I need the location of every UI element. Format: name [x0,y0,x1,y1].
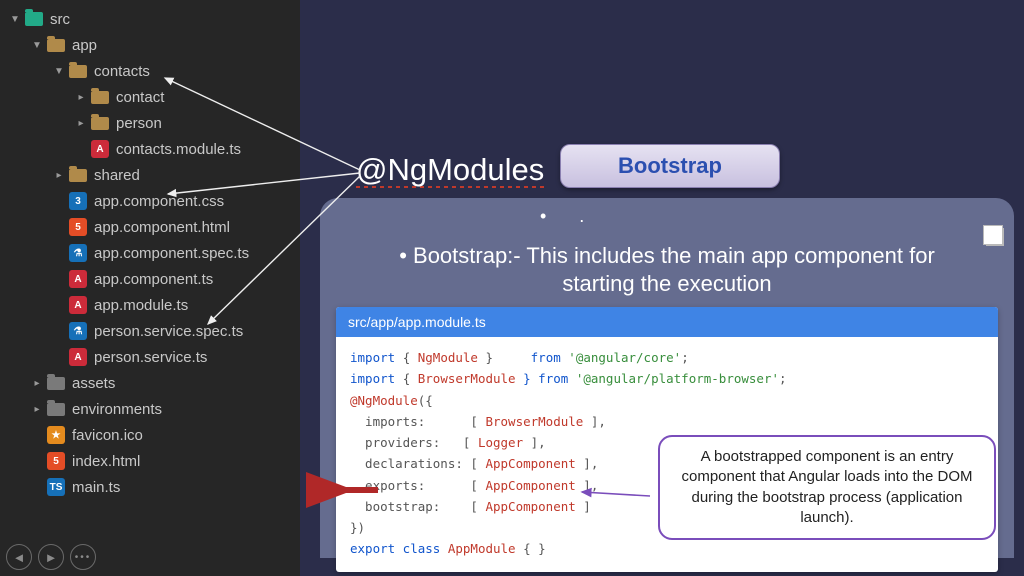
tree-item-app-component-spec-ts[interactable]: ⚗ app.component.spec.ts [0,240,300,266]
slide-heading: @NgModules [356,152,544,188]
ang-file-icon: A [68,295,88,315]
tree-item-app[interactable]: ▼ app [0,32,300,58]
tree-item-label: contact [116,89,164,106]
tree-item-person-service-ts[interactable]: Aperson.service.ts [0,344,300,370]
more-slides-button[interactable]: ••• [70,544,96,570]
ang-file-icon: A [90,139,110,159]
tree-item-shared[interactable]: ▸ shared [0,162,300,188]
chevron-right-icon[interactable]: ▸ [74,116,88,130]
spec-file-icon: ⚗ [68,321,88,341]
chevron-right-icon[interactable]: ▸ [74,90,88,104]
tree-item-favicon-ico[interactable]: ★ favicon.ico [0,422,300,448]
tree-item-app-module-ts[interactable]: Aapp.module.ts [0,292,300,318]
code-file-path: src/app/app.module.ts [336,307,998,337]
bullet-text: Bootstrap:- This includes the main app c… [376,242,958,297]
css-file-icon: 3 [68,191,88,211]
chevron-right-icon[interactable]: ▸ [30,402,44,416]
folder-icon [68,61,88,81]
tree-item-label: main.ts [72,479,120,496]
bootstrap-button-label: Bootstrap [618,153,722,179]
chevron-down-icon[interactable]: ▼ [8,12,22,26]
ang-file-icon: A [68,347,88,367]
tree-item-label: assets [72,375,115,392]
tree-item-label: app.component.ts [94,271,213,288]
heading-text: @NgModules [356,152,544,187]
folder-icon [46,35,66,55]
tree-item-label: app.component.css [94,193,224,210]
tree-item-environments[interactable]: ▸ environments [0,396,300,422]
folder-icon [46,373,66,393]
tree-item-label: app [72,37,97,54]
tree-item-app-component-html[interactable]: 5 app.component.html [0,214,300,240]
folder-icon [24,9,44,29]
tree-item-index-html[interactable]: 5 index.html [0,448,300,474]
tree-item-main-ts[interactable]: TS main.ts [0,474,300,500]
tree-item-label: environments [72,401,162,418]
tree-item-label: person.service.ts [94,349,207,366]
overflow-dots: • . [540,206,598,227]
ts-file-icon: TS [46,477,66,497]
tree-item-assets[interactable]: ▸ assets [0,370,300,396]
star-file-icon: ★ [46,425,66,445]
tree-item-label: app.module.ts [94,297,188,314]
tree-item-person[interactable]: ▸ person [0,110,300,136]
tree-item-src[interactable]: ▼ src [0,6,300,32]
tree-item-app-component-ts[interactable]: Aapp.component.ts [0,266,300,292]
folder-icon [46,399,66,419]
chevron-right-icon[interactable]: ▸ [30,376,44,390]
html-file-icon: 5 [68,217,88,237]
chevron-right-icon[interactable]: ▸ [52,168,66,182]
spec-file-icon: ⚗ [68,243,88,263]
tree-item-app-component-css[interactable]: 3 app.component.css [0,188,300,214]
tree-item-contacts[interactable]: ▼ contacts [0,58,300,84]
tree-item-label: app.component.html [94,219,230,236]
tree-item-label: contacts.module.ts [116,141,241,158]
folder-icon [68,165,88,185]
callout-text: A bootstrapped component is an entry com… [681,448,972,526]
tree-item-label: contacts [94,63,150,80]
tree-item-person-service-spec-ts[interactable]: ⚗ person.service.spec.ts [0,318,300,344]
content-card: Bootstrap:- This includes the main app c… [320,198,1014,558]
bootstrap-button[interactable]: Bootstrap [560,144,780,188]
next-slide-button[interactable]: ► [38,544,64,570]
ang-file-icon: A [68,269,88,289]
tree-item-contacts-module-ts[interactable]: Acontacts.module.ts [0,136,300,162]
chevron-down-icon[interactable]: ▼ [52,64,66,78]
slide-nav: ◄ ► ••• [6,544,96,570]
tree-item-label: shared [94,167,140,184]
chevron-down-icon[interactable]: ▼ [30,38,44,52]
tree-item-label: person.service.spec.ts [94,323,243,340]
callout-box: A bootstrapped component is an entry com… [658,435,996,540]
tree-item-label: favicon.ico [72,427,143,444]
tree-item-label: index.html [72,453,140,470]
tree-item-label: app.component.spec.ts [94,245,249,262]
file-tree[interactable]: ▼ src ▼ app ▼ contacts ▸ contact ▸ person Acontact… [0,0,300,576]
html-file-icon: 5 [46,451,66,471]
folder-icon [90,87,110,107]
tree-item-label: src [50,11,70,28]
tree-item-label: person [116,115,162,132]
prev-slide-button[interactable]: ◄ [6,544,32,570]
tree-item-contact[interactable]: ▸ contact [0,84,300,110]
folder-icon [90,113,110,133]
